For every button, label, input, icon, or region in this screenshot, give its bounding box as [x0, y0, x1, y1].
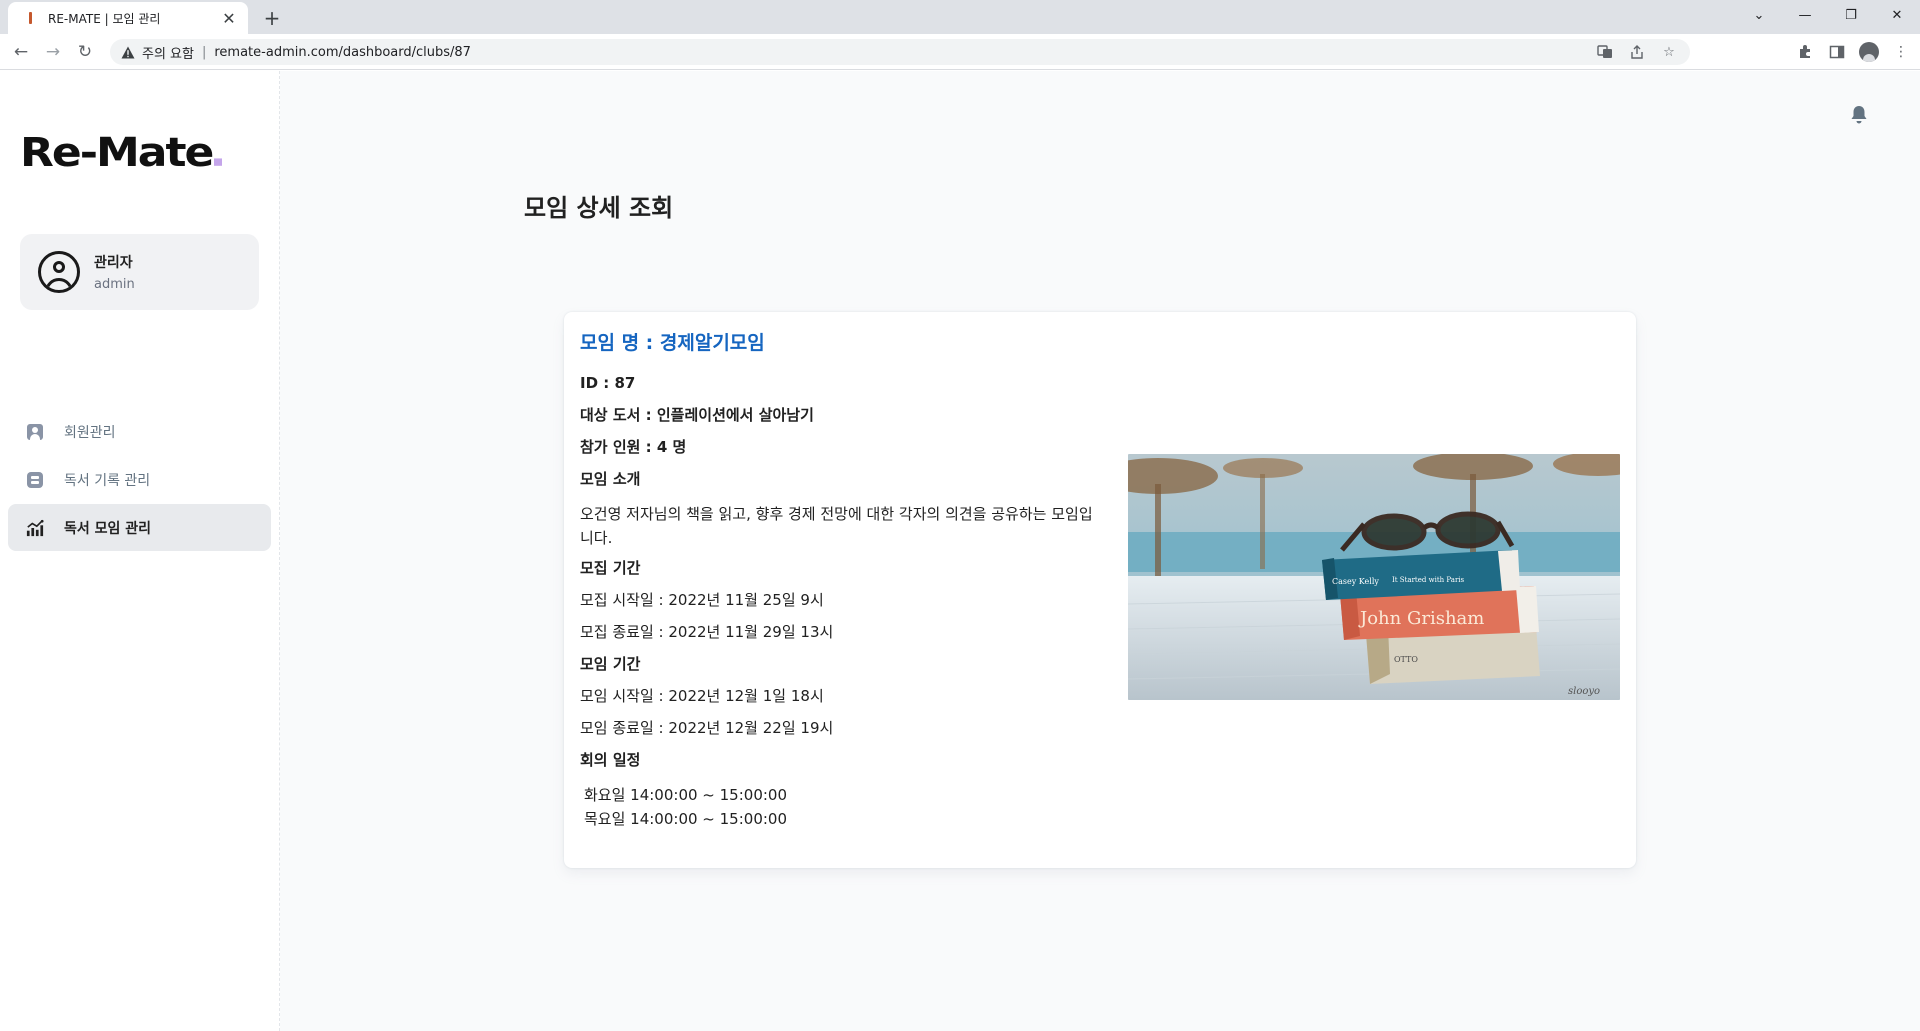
page-title: 모임 상세 조회	[524, 194, 674, 222]
recruit-start: 모집 시작일 : 2022년 11월 25일 9시	[580, 591, 824, 609]
browser-tab-bar: RE-MATE | 모임 관리 ✕ + ⌄ — ❐ ✕	[0, 0, 1920, 34]
logo-dot	[214, 158, 223, 166]
meeting-start: 모임 시작일 : 2022년 12월 1일 18시	[580, 687, 824, 705]
club-name: 모임 명 : 경제알기모임	[580, 332, 765, 354]
menu-icon[interactable]: ⋮	[1890, 39, 1912, 65]
user-name: 관리자	[94, 255, 133, 271]
share-icon[interactable]	[1628, 43, 1646, 61]
back-icon[interactable]: ←	[8, 39, 34, 65]
omnibox-separator: |	[201, 44, 207, 60]
bell-icon[interactable]	[1850, 105, 1870, 127]
reload-icon[interactable]: ↻	[72, 39, 98, 65]
restore-button[interactable]: ❐	[1828, 0, 1874, 30]
sidebar-item-label: 독서 기록 관리	[64, 472, 151, 489]
sidebar: Re-Mate 관리자 admin 회원관리 독서 기록 관리 독서 모임 관리	[0, 71, 280, 1031]
app: Re-Mate 관리자 admin 회원관리 독서 기록 관리 독서 모임 관리	[0, 71, 1920, 1031]
avatar-icon	[38, 251, 80, 293]
profile-icon[interactable]	[1858, 39, 1880, 65]
sidebar-nav: 회원관리 독서 기록 관리 독서 모임 관리	[8, 408, 271, 552]
warning-icon[interactable]	[120, 44, 136, 60]
meeting-end: 모임 종료일 : 2022년 12월 22일 19시	[580, 719, 834, 737]
translate-icon[interactable]	[1596, 43, 1614, 61]
user-card: 관리자 admin	[20, 234, 259, 310]
url-text[interactable]: remate-admin.com/dashboard/clubs/87	[214, 45, 471, 60]
logo[interactable]: Re-Mate	[20, 129, 223, 176]
close-window-button[interactable]: ✕	[1874, 0, 1920, 30]
schedule-item: 목요일 14:00:00 ~ 15:00:00	[584, 810, 788, 828]
schedule-heading: 회의 일정	[580, 751, 641, 769]
tab-search-icon[interactable]: ⌄	[1736, 0, 1782, 30]
sidebar-item-label: 회원관리	[64, 424, 116, 441]
window-controls: ⌄ — ❐ ✕	[1736, 0, 1920, 30]
sidebar-item-label: 독서 모임 관리	[64, 520, 152, 537]
meeting-heading: 모임 기간	[580, 655, 641, 673]
analytics-icon	[26, 519, 44, 537]
bookmark-star-icon[interactable]: ☆	[1660, 43, 1678, 61]
club-details: ID : 87 대상 도서 : 인플레이션에서 살아남기 참가 인원 : 4 명…	[580, 374, 1100, 831]
intro-heading: 모임 소개	[580, 470, 641, 488]
book-title-paris: It Started with Paris	[1392, 576, 1465, 584]
sidebar-item-reading-clubs[interactable]: 독서 모임 관리	[8, 504, 271, 551]
user-role: admin	[94, 277, 135, 292]
book-title-author: Casey Kelly	[1332, 577, 1379, 586]
close-tab-icon[interactable]: ✕	[220, 9, 238, 28]
target-book: 대상 도서 : 인플레이션에서 살아남기	[580, 406, 814, 424]
intro-text: 오건영 저자님의 책을 읽고, 향후 경제 전망에 대한 각자의 의견을 공유하…	[580, 505, 1093, 547]
sidebar-item-members[interactable]: 회원관리	[8, 408, 271, 455]
minimize-button[interactable]: —	[1782, 0, 1828, 30]
member-count: 참가 인원 : 4 명	[580, 438, 687, 456]
user-icon	[26, 423, 44, 441]
svg-text:OTTO: OTTO	[1394, 655, 1418, 664]
favicon-icon	[22, 10, 38, 26]
book-title-grisham: John Grisham	[1358, 608, 1484, 629]
blog-icon	[26, 471, 44, 489]
browser-tab[interactable]: RE-MATE | 모임 관리 ✕	[8, 2, 248, 34]
new-tab-button[interactable]: +	[258, 4, 286, 32]
club-id: ID : 87	[580, 374, 636, 392]
logo-text: Re-Mate	[20, 129, 214, 176]
sidebar-item-reading-records[interactable]: 독서 기록 관리	[8, 456, 271, 503]
side-panel-icon[interactable]	[1826, 39, 1848, 65]
schedule-item: 화요일 14:00:00 ~ 15:00:00	[584, 786, 788, 804]
extensions-icon[interactable]	[1794, 39, 1816, 65]
forward-icon[interactable]: →	[40, 39, 66, 65]
photo-watermark: slooyo	[1568, 686, 1600, 697]
recruit-end: 모집 종료일 : 2022년 11월 29일 13시	[580, 623, 834, 641]
address-bar[interactable]: 주의 요함 | remate-admin.com/dashboard/clubs…	[110, 39, 1690, 65]
security-label: 주의 요함	[142, 46, 194, 62]
club-detail-card: 모임 명 : 경제알기모임 ID : 87 대상 도서 : 인플레이션에서 살아…	[564, 312, 1636, 868]
browser-toolbar: ← → ↻ 주의 요함 | remate-admin.com/dashboard…	[0, 34, 1920, 70]
recruit-heading: 모집 기간	[580, 559, 641, 577]
club-image: OTTO John Grisham Casey Kelly It Started…	[1128, 454, 1620, 700]
tab-title: RE-MATE | 모임 관리	[48, 11, 161, 26]
